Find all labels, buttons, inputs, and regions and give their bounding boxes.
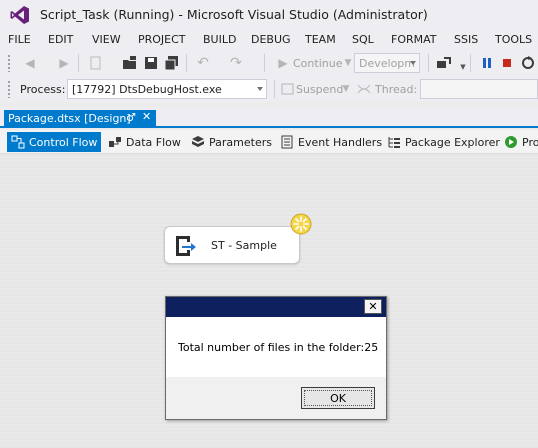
close-icon[interactable]: ✕ <box>364 299 382 314</box>
thread-label: Thread: <box>375 83 418 96</box>
window-title: Script_Task (Running) - Microsoft Visual… <box>40 7 428 22</box>
package-explorer-icon <box>388 137 400 148</box>
menu-format[interactable]: FORMAT <box>391 33 437 46</box>
menu-edit[interactable]: EDIT <box>48 33 73 46</box>
new-project-icon[interactable] <box>88 55 104 71</box>
menu-file[interactable]: FILE <box>8 33 31 46</box>
visual-studio-logo-icon <box>10 6 29 24</box>
menu-debug[interactable]: DEBUG <box>251 33 291 46</box>
process-label: Process: <box>20 83 66 96</box>
menu-tools[interactable]: TOOLS <box>495 33 532 46</box>
script-task-label: ST - Sample <box>211 239 277 252</box>
toolbar-grip[interactable] <box>7 80 11 98</box>
continue-icon[interactable]: ▶ <box>275 55 291 71</box>
undo-icon[interactable]: ↶ <box>195 55 211 71</box>
attach-to-process-icon[interactable] <box>436 55 452 71</box>
tab-parameters[interactable]: Parameters <box>187 132 276 152</box>
tab-label: Event Handlers <box>298 136 383 149</box>
menu-ssis[interactable]: SSIS <box>454 33 478 46</box>
menu-sql[interactable]: SQL <box>352 33 374 46</box>
thread-icon <box>357 84 371 94</box>
restart-icon[interactable] <box>520 55 536 71</box>
toolbar-grip[interactable] <box>7 54 11 72</box>
menu-view[interactable]: VIEW <box>92 33 121 46</box>
stop-debugging-icon[interactable] <box>499 55 515 71</box>
thread-select[interactable] <box>420 79 538 99</box>
toolbar-separator <box>186 54 187 72</box>
script-task[interactable]: ST - Sample <box>164 226 300 264</box>
menu-build[interactable]: BUILD <box>203 33 236 46</box>
redo-icon[interactable]: ↷ <box>228 55 244 71</box>
message-box-dialog: ✕ Total number of files in the folder:25… <box>165 296 387 420</box>
event-handlers-icon <box>281 135 293 149</box>
solution-configuration-select[interactable]: Developm <box>354 53 420 73</box>
tab-label: Parameters <box>209 136 272 149</box>
chevron-down-icon <box>257 87 263 91</box>
process-select[interactable]: [17792] DtsDebugHost.exe <box>67 79 267 99</box>
menu-bar: FILE EDIT VIEW PROJECT BUILD DEBUG TEAM … <box>0 30 538 50</box>
navigate-back-icon[interactable]: ◀ <box>22 55 38 71</box>
menu-project[interactable]: PROJECT <box>138 33 186 46</box>
open-file-icon[interactable] <box>122 55 138 71</box>
save-all-icon[interactable] <box>164 55 180 71</box>
solution-configuration-value: Developm <box>359 57 415 70</box>
tab-label: Package.dtsx [Design] <box>8 112 131 125</box>
tab-package-explorer[interactable]: Package Explorer <box>383 132 504 152</box>
progress-icon <box>505 136 517 148</box>
tab-package-design[interactable]: Package.dtsx [Design] ♂ ✕ <box>4 110 156 128</box>
suspend-icon[interactable] <box>280 81 296 97</box>
tab-label: Data Flow <box>126 136 181 149</box>
dialog-message: Total number of files in the folder:25 <box>178 341 379 354</box>
data-flow-icon <box>109 137 121 147</box>
tab-event-handlers[interactable]: Event Handlers <box>276 132 386 152</box>
close-tab-icon[interactable]: ✕ <box>142 110 151 123</box>
continue-button-label[interactable]: Continue <box>293 57 342 70</box>
title-bar: Script_Task (Running) - Microsoft Visual… <box>0 0 538 30</box>
dialog-body: Total number of files in the folder:25 <box>166 317 386 377</box>
process-value: [17792] DtsDebugHost.exe <box>72 83 222 96</box>
suspend-button-label[interactable]: Suspend <box>296 83 343 96</box>
executing-indicator-icon <box>290 213 312 235</box>
chevron-down-icon <box>410 61 416 65</box>
chevron-down-icon[interactable]: ▼ <box>455 59 471 75</box>
navigate-forward-icon[interactable]: ▶ <box>56 55 72 71</box>
package-designer-tabs: Control Flow Data Flow Parameters Event … <box>0 130 538 154</box>
standard-toolbar: ◀ ▶ ↶ ↷ ▶ Continue ▼ Developm ▼ <box>0 50 538 76</box>
tab-label: Pro <box>522 136 538 149</box>
toolbar-separator <box>428 54 429 72</box>
control-flow-icon <box>11 135 25 149</box>
tab-control-flow[interactable]: Control Flow <box>7 132 102 152</box>
tab-progress[interactable]: Pro <box>500 132 538 152</box>
toolbar-separator <box>470 54 471 72</box>
break-all-icon[interactable] <box>479 55 495 71</box>
tab-label: Control Flow <box>29 136 98 149</box>
debug-location-toolbar: Process: [17792] DtsDebugHost.exe Suspen… <box>0 76 538 102</box>
tab-label: Package Explorer <box>405 136 500 149</box>
toolbar-separator <box>274 80 275 98</box>
pin-icon[interactable]: ♂ <box>126 111 136 124</box>
document-tab-bar: Package.dtsx [Design] ♂ ✕ <box>0 108 538 128</box>
tab-data-flow[interactable]: Data Flow <box>104 132 185 152</box>
menu-team[interactable]: TEAM <box>305 33 336 46</box>
toolbar-separator <box>78 54 79 72</box>
ok-button[interactable]: OK <box>301 387 375 409</box>
parameters-icon <box>192 136 204 147</box>
dialog-title-bar[interactable]: ✕ <box>166 297 386 317</box>
toolbar-separator <box>264 54 265 72</box>
save-icon[interactable] <box>143 55 159 71</box>
script-task-icon <box>176 236 196 256</box>
chevron-down-icon[interactable]: ▼ <box>338 81 354 97</box>
